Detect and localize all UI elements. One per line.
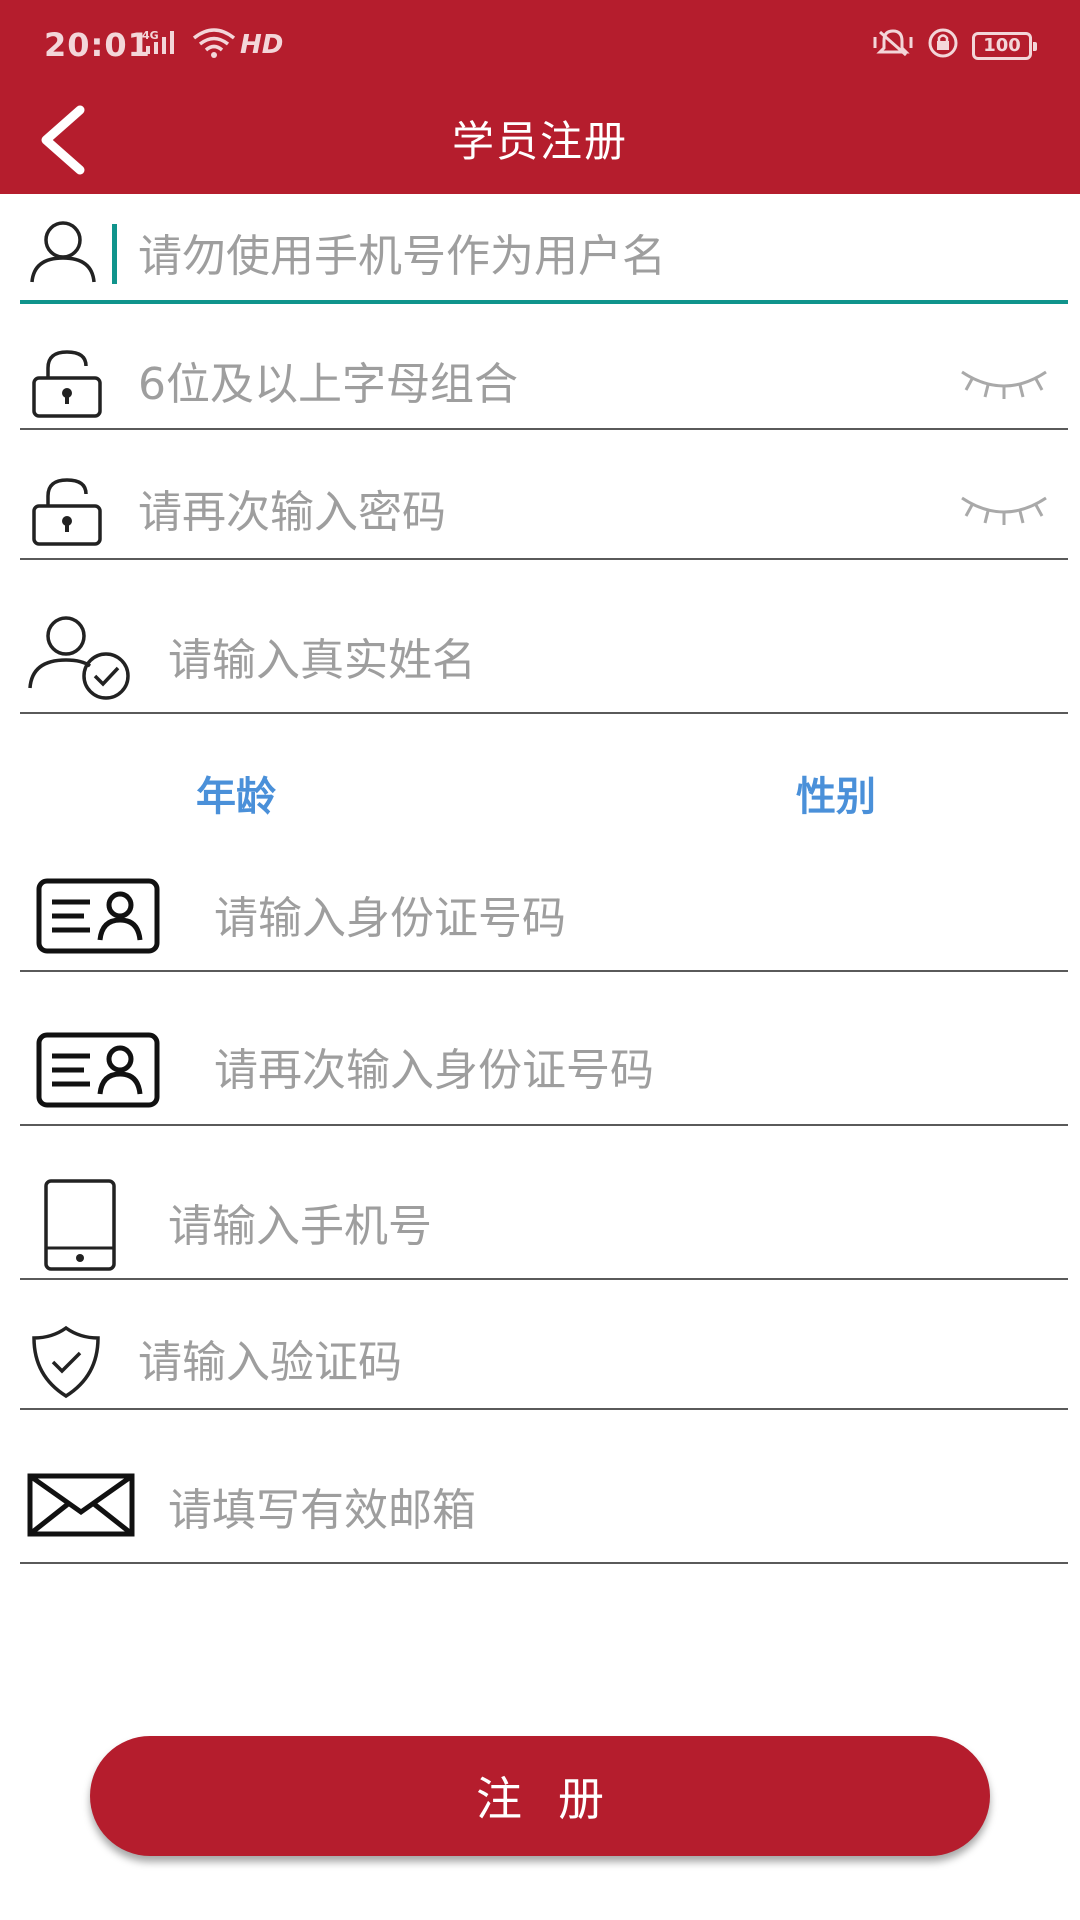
user-icon xyxy=(28,218,98,288)
hd-voice-icon: HD xyxy=(240,30,284,60)
eye-closed-icon[interactable] xyxy=(958,490,1050,534)
password-confirm-row xyxy=(20,430,1068,560)
status-time: 20:01 xyxy=(44,26,151,64)
id-card-icon xyxy=(36,878,160,958)
rotation-lock-icon xyxy=(926,28,960,62)
shield-check-icon xyxy=(28,1324,104,1404)
status-bar: 20:01 4G HD 100 xyxy=(0,0,1080,90)
username-input[interactable] xyxy=(138,226,1038,286)
register-button[interactable]: 注册 xyxy=(90,1736,990,1856)
phone-input[interactable] xyxy=(168,1196,1048,1256)
mail-icon xyxy=(26,1472,136,1542)
id-number-row xyxy=(20,854,1068,972)
lock-icon xyxy=(30,476,104,552)
verify-code-input[interactable] xyxy=(138,1332,1038,1392)
battery-icon: 100 xyxy=(972,32,1037,60)
age-selector[interactable]: 年龄 xyxy=(196,764,276,822)
username-row xyxy=(20,194,1068,304)
verify-code-row xyxy=(20,1280,1068,1410)
real-name-input[interactable] xyxy=(168,630,1048,690)
password-input[interactable] xyxy=(138,354,958,414)
network-type-label: 4G xyxy=(142,29,159,42)
eye-closed-icon[interactable] xyxy=(958,364,1050,408)
page-title: 学员注册 xyxy=(451,117,628,166)
app-header: 20:01 4G HD 100 学员注册 xyxy=(0,0,1080,194)
phone-icon xyxy=(42,1178,118,1276)
registration-screen: 20:01 4G HD 100 学员注册 请勿使用手机号作为用户名 请输入真实姓… xyxy=(0,0,1080,1920)
email-input[interactable] xyxy=(168,1480,1048,1540)
email-row xyxy=(20,1410,1068,1564)
text-cursor xyxy=(112,224,117,284)
wifi-icon xyxy=(192,28,236,62)
vibrate-icon xyxy=(872,28,914,62)
gender-selector[interactable]: 性别 xyxy=(796,764,876,822)
real-name-row xyxy=(20,560,1068,714)
id-card-icon xyxy=(36,1032,160,1112)
lock-icon xyxy=(30,348,104,424)
password-confirm-input[interactable] xyxy=(138,482,958,542)
age-gender-row: 年龄 性别 xyxy=(0,714,1080,854)
id-number-confirm-input[interactable] xyxy=(214,1040,1054,1100)
phone-row xyxy=(20,1126,1068,1280)
id-number-confirm-row xyxy=(20,972,1068,1126)
cellular-signal-icon: 4G xyxy=(142,28,188,62)
verified-user-icon xyxy=(26,612,136,706)
id-number-input[interactable] xyxy=(214,888,1054,948)
password-row xyxy=(20,304,1068,430)
